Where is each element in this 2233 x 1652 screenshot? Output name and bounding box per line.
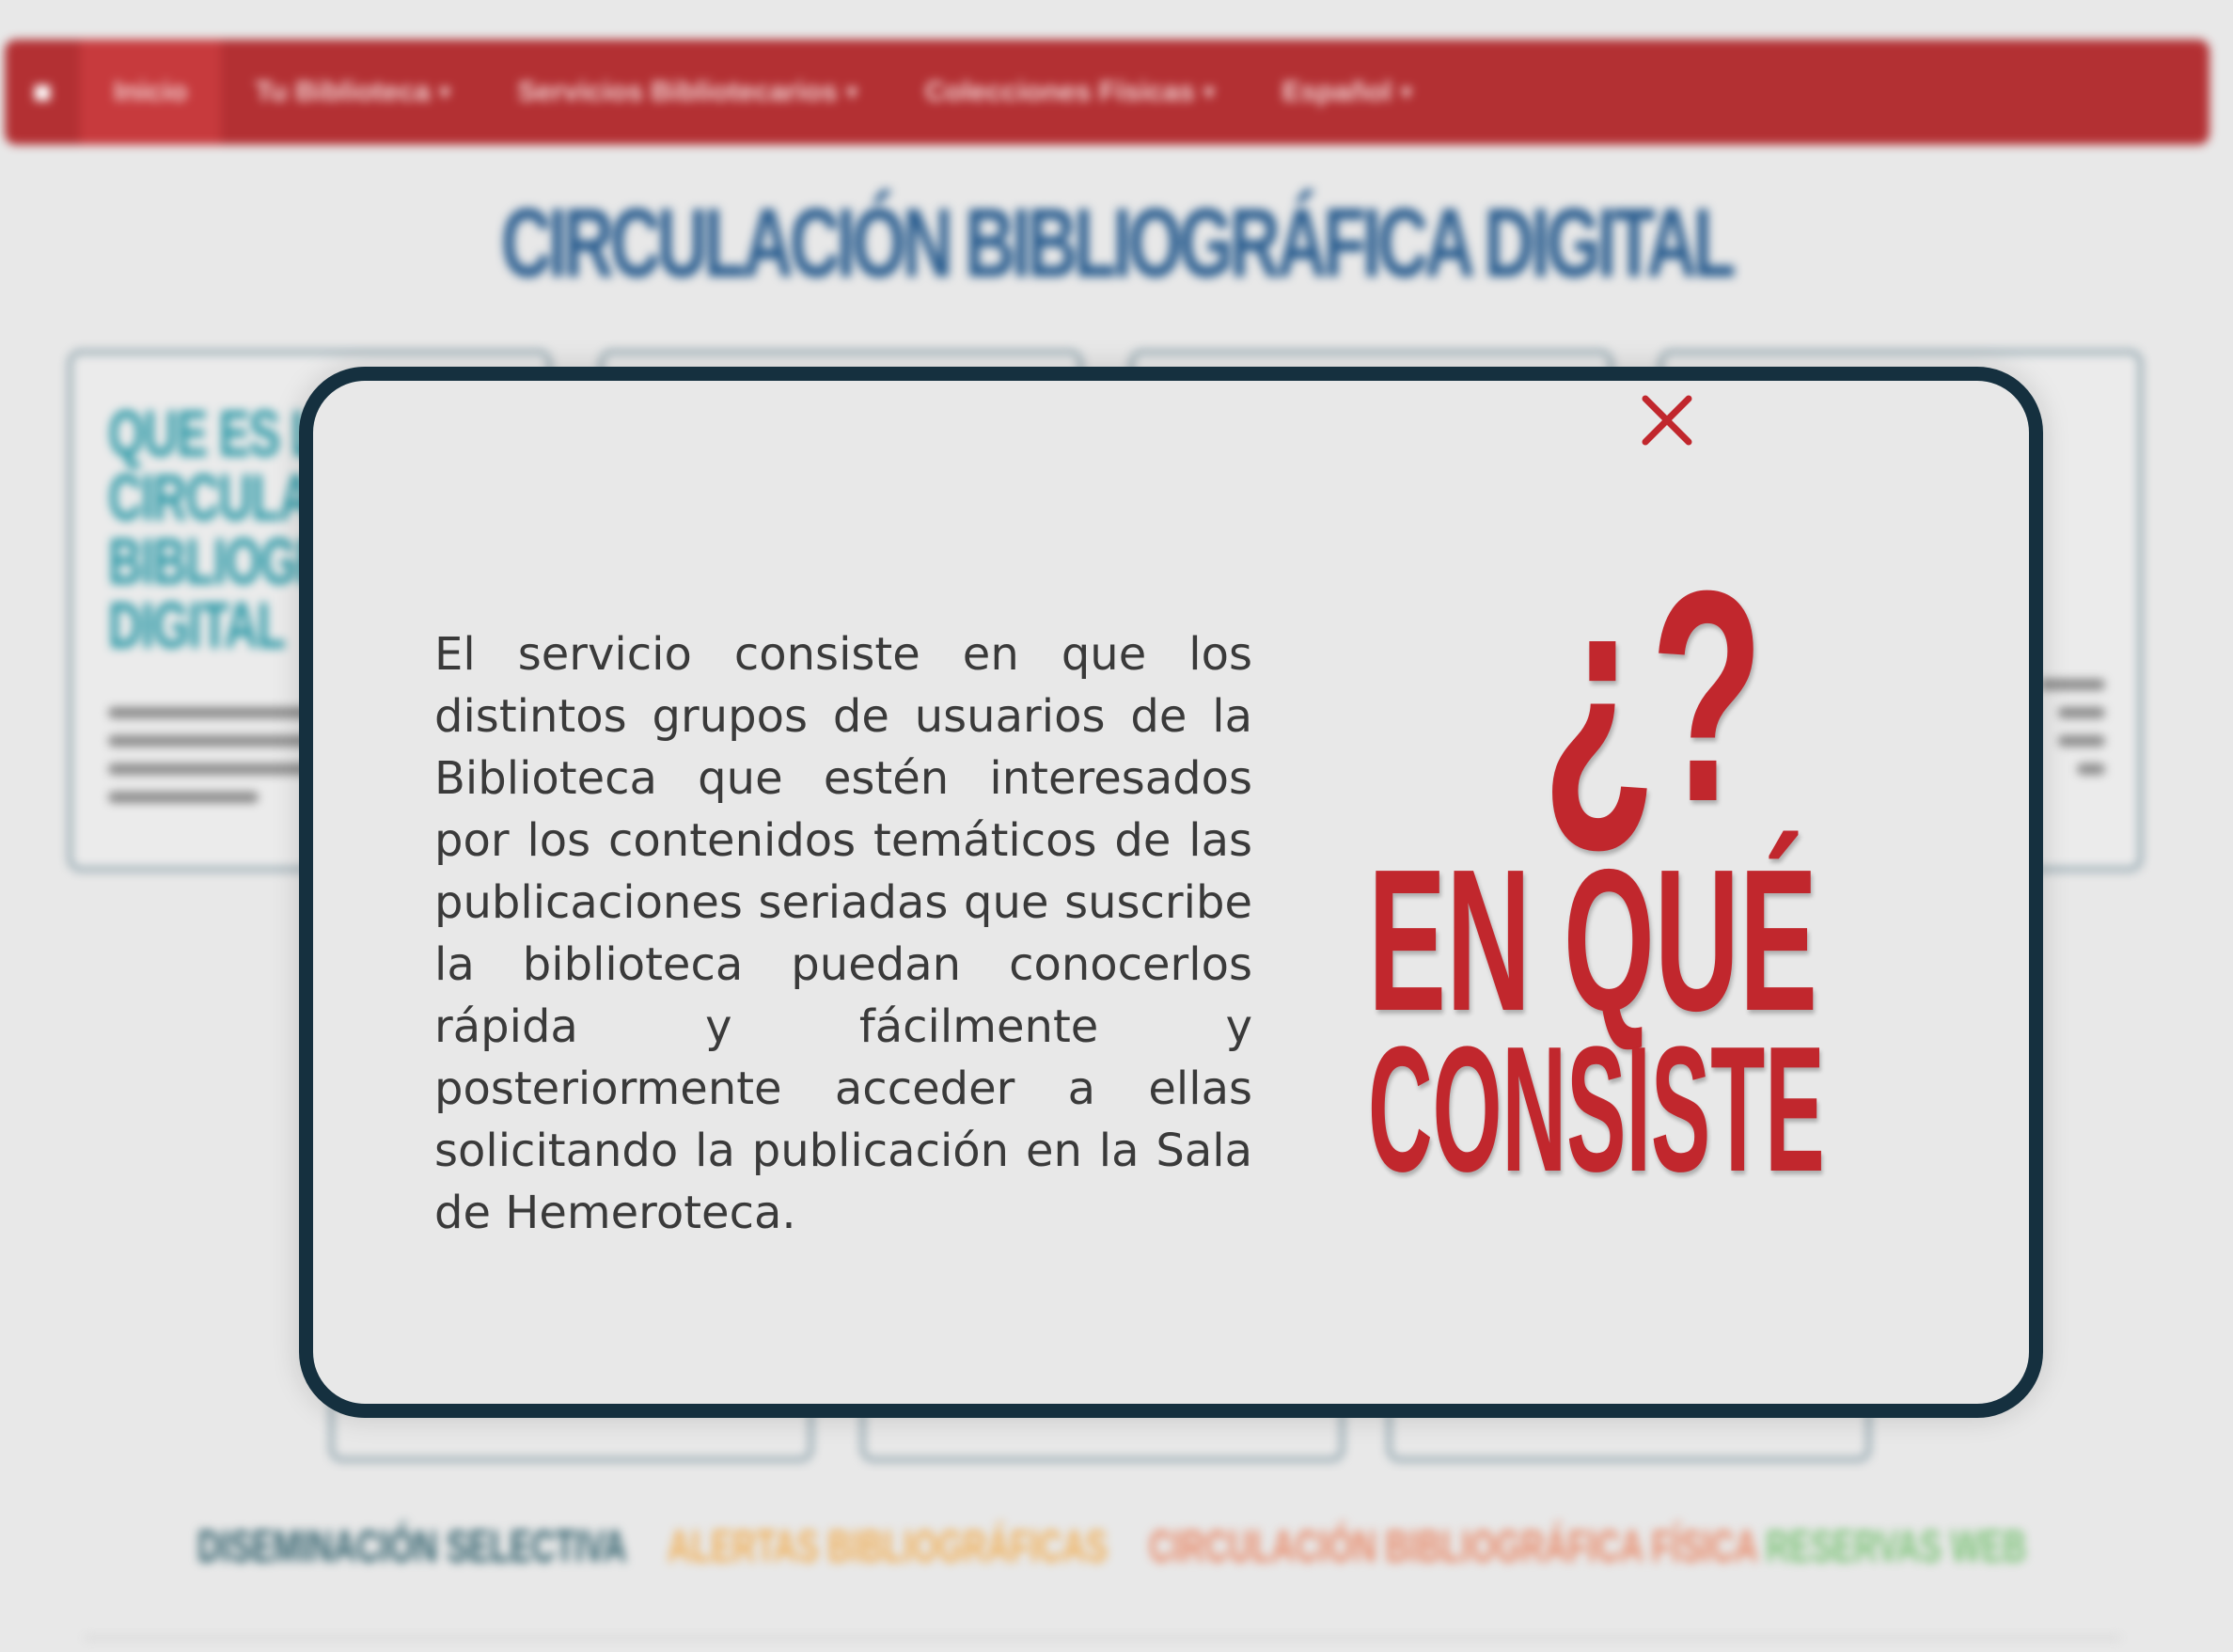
footer-divider [85,1636,2120,1640]
chevron-down-icon: ▾ [1203,80,1215,103]
nav-item-colecciones[interactable]: Colecciones Físicas ▾ [891,39,1249,145]
main-navbar: ■ Inicio Tu Biblioteca ▾ Servicios Biblio… [5,39,2209,145]
home-icon[interactable]: ■ [5,39,80,145]
nav-item-idioma[interactable]: Español ▾ [1249,39,1446,145]
question-marks: ¿? [1542,527,1764,864]
link-circulacion-fisica[interactable]: CIRCULACIÓN BIBLIOGRÁFICA FÍSICA [1149,1521,1758,1573]
nav-item-servicios[interactable]: Servicios Bibliotecarios ▾ [484,39,891,145]
hero-heading: ¿? EN QUÉ CONSISTE [1368,527,1932,1209]
chevron-down-icon: ▾ [846,80,857,103]
chevron-down-icon: ▾ [1401,80,1412,103]
chevron-down-icon: ▾ [439,80,450,103]
hero-line-1: EN QUÉ [1368,826,1818,1053]
card-text-line [2077,763,2105,775]
link-reservas-web[interactable]: RESERVAS WEB [1766,1521,2026,1573]
close-button[interactable] [1634,387,1700,453]
card-text-line [2058,735,2105,747]
nav-item-tu-biblioteca[interactable]: Tu Biblioteca ▾ [221,39,483,145]
link-alertas-bibliograficas[interactable]: ALERTAS BIBLIOGRÁFICAS [668,1521,1108,1573]
card-text-line [2058,707,2105,718]
card-text-line [108,792,259,803]
nav-item-inicio[interactable]: Inicio [80,39,222,145]
hero-line-2: CONSISTE [1368,1010,1825,1209]
card-text-line [2039,679,2105,690]
page-title: CIRCULACIÓN BIBLIOGRÁFICA DIGITAL [500,189,1736,298]
modal-body-text: El servicio consiste en que los distinto… [434,628,1252,1239]
close-icon [1642,395,1692,446]
link-diseminacion-selectiva[interactable]: DISEMINACIÓN SELECTIVA [197,1521,626,1573]
